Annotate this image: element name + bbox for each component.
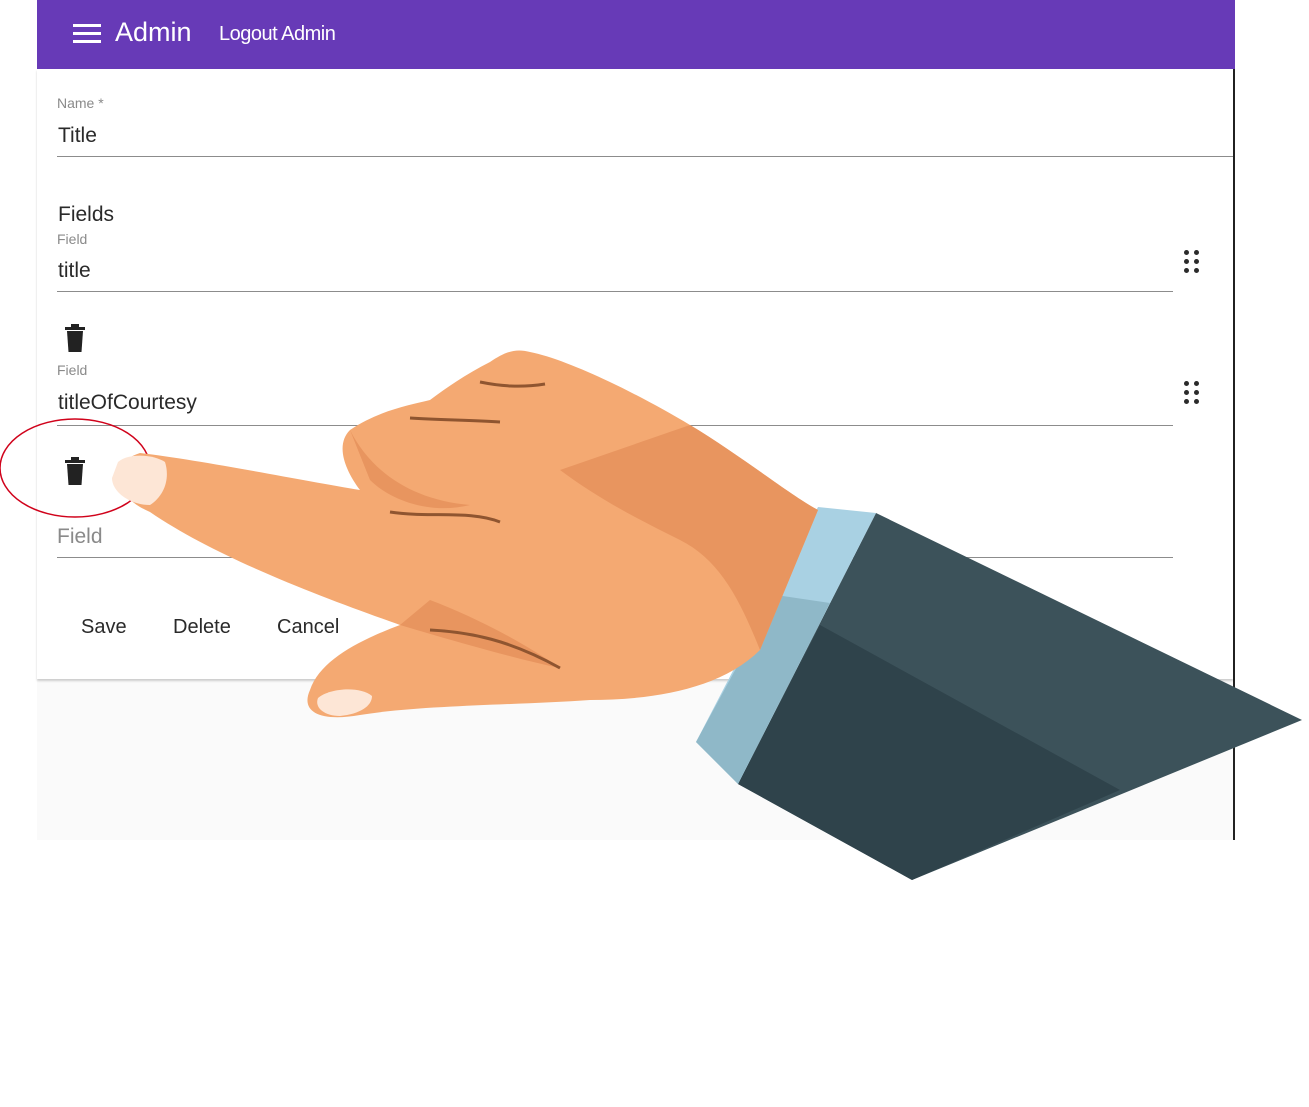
tutorial-screenshot: Admin Logout Admin Name * Title Fields F… [0,0,1309,1107]
field-2-input[interactable]: titleOfCourtesy [58,391,197,415]
field-1-input[interactable]: title [58,259,91,283]
name-field-label: Name * [57,95,104,111]
name-input-underline [57,156,1233,157]
name-input[interactable]: Title [58,124,97,148]
drag-handle-icon[interactable] [1184,381,1200,405]
trash-icon[interactable] [64,324,86,352]
drag-handle-icon[interactable] [1184,250,1200,274]
new-field-underline [57,557,1173,558]
fields-section-title: Fields [58,203,115,226]
top-toolbar: Admin Logout Admin [37,0,1235,69]
field-1-underline [57,291,1173,292]
delete-button[interactable]: Delete [173,616,231,639]
menu-icon[interactable] [73,24,101,44]
admin-app-window: Admin Logout Admin Name * Title Fields F… [37,0,1235,840]
field-1-label: Field [57,231,88,247]
field-2-label: Field [57,362,88,378]
logout-link[interactable]: Logout Admin [219,23,336,46]
edit-card: Name * Title Fields Field title Field ti… [37,69,1233,679]
new-field-input[interactable]: Field [57,525,103,549]
app-title: Admin [115,17,192,47]
cancel-button[interactable]: Cancel [277,616,339,639]
trash-icon[interactable] [64,457,86,485]
field-2-underline [57,425,1173,426]
save-button[interactable]: Save [81,616,127,639]
